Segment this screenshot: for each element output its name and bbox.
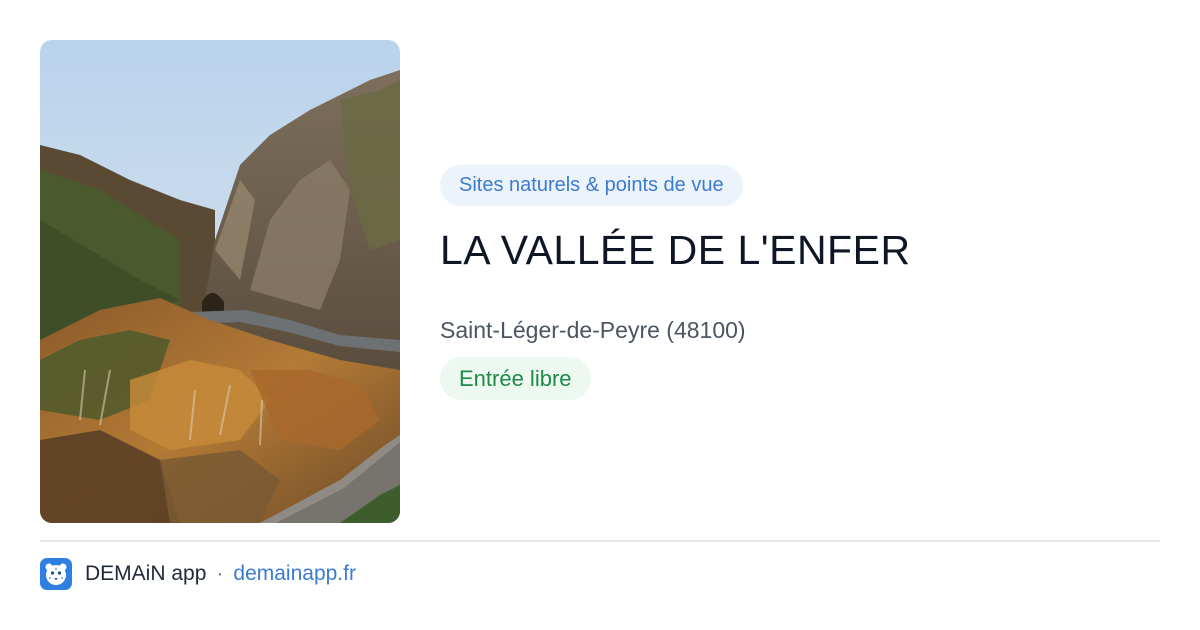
- footer-divider: [40, 540, 1160, 542]
- place-location: Saint-Léger-de-Peyre (48100): [440, 317, 746, 343]
- category-badge[interactable]: Sites naturels & points de vue: [440, 165, 743, 206]
- place-title: LA VALLÉE DE L'ENFER: [440, 227, 911, 273]
- valley-landscape-image: [40, 40, 400, 523]
- access-badge: Entrée libre: [440, 357, 591, 400]
- footer: DEMAiN app · demainapp.fr: [40, 558, 356, 590]
- app-name: DEMAiN app: [85, 562, 207, 585]
- site-link[interactable]: demainapp.fr: [233, 562, 356, 586]
- place-info: Sites naturels & points de vue LA VALLÉE…: [440, 165, 1160, 400]
- app-logo-icon[interactable]: [40, 558, 72, 590]
- leopard-face-icon: [45, 563, 67, 585]
- footer-separator: ·: [216, 562, 224, 585]
- place-photo: [40, 40, 400, 523]
